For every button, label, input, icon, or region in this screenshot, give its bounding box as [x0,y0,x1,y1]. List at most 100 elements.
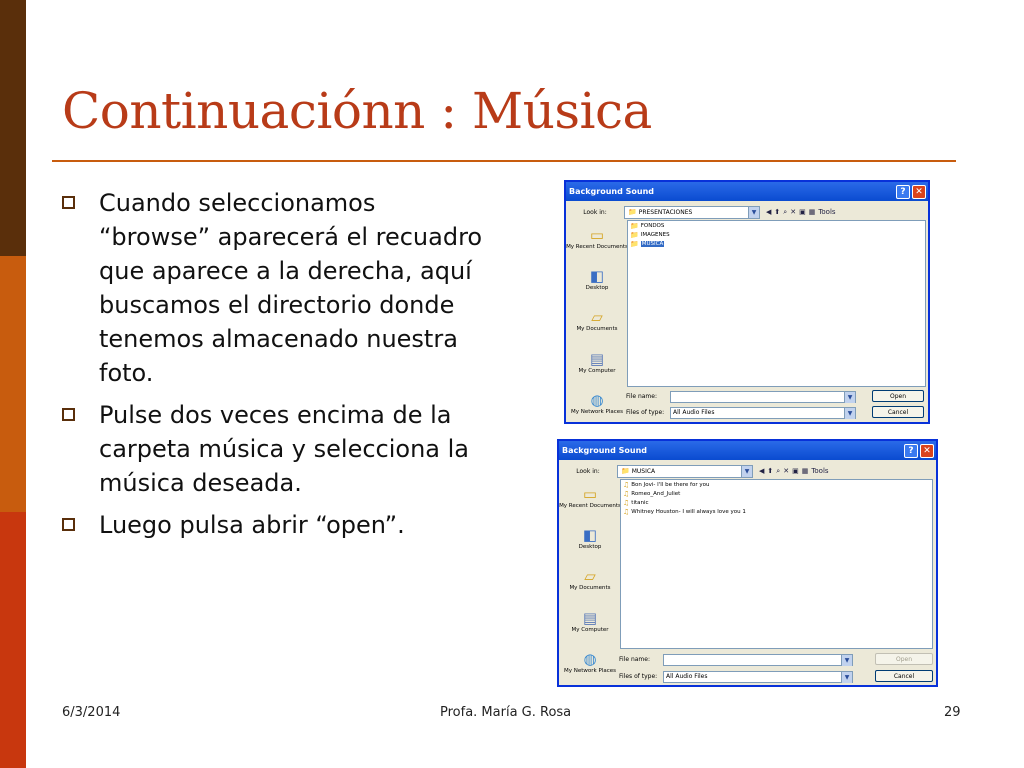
network-places-icon: ◍ [590,390,604,409]
list-item[interactable]: 📁 IMAGENES [628,230,925,239]
look-in-dropdown[interactable]: 📁 MUSICA ▼ [617,464,753,478]
file-name-label: File name: [619,656,650,663]
decor-stripe-middle [0,256,26,512]
tools-menu[interactable]: Tools [818,208,835,216]
back-icon[interactable]: ◀ [759,467,764,475]
folder-icon: 📁 [630,230,639,239]
place-recent-documents[interactable]: ▭ My Recent Documents [566,226,628,263]
square-bullet-icon [62,196,75,209]
place-desktop[interactable]: ◧ Desktop [579,526,602,563]
list-item-selected[interactable]: 📁 MUSICA [628,239,925,248]
file-type-select[interactable]: All Audio Files ▼ [670,406,856,419]
place-my-documents[interactable]: ▱ My Documents [576,308,617,345]
cancel-button[interactable]: Cancel [872,406,924,418]
up-folder-icon[interactable]: ⬆ [767,467,773,475]
dialog-titlebar: Background Sound ? ✕ [559,441,936,460]
slide-title: Continuaciónn : Música [62,82,652,140]
back-icon[interactable]: ◀ [766,208,771,216]
dialog-title: Background Sound [569,187,655,196]
background-sound-dialog-2: Background Sound ? ✕ Look in: 📁 MUSICA ▼… [557,439,938,687]
look-in-dropdown[interactable]: 📁 PRESENTACIONES ▼ [624,205,760,219]
place-desktop[interactable]: ◧ Desktop [586,267,609,304]
square-bullet-icon [62,518,75,531]
up-folder-icon[interactable]: ⬆ [774,208,780,216]
place-network-places[interactable]: ◍ My Network Places [571,391,623,428]
close-button[interactable]: ✕ [920,443,934,458]
footer-date: 6/3/2014 [62,705,121,720]
place-label: My Recent Documents [559,503,621,509]
place-label: My Network Places [571,408,623,415]
place-label: My Network Places [564,667,616,674]
files-of-type-label: Files of type: [626,409,665,416]
list-item[interactable]: ♫ titanic [621,498,932,507]
look-in-label: Look in: [576,467,600,475]
tools-menu[interactable]: Tools [811,467,828,475]
look-in-label: Look in: [583,208,607,216]
place-network-places[interactable]: ◍ My Network Places [564,650,616,687]
file-name-label: File name: [626,393,657,400]
audio-file-icon: ♫ [623,498,630,507]
chevron-down-icon[interactable]: ▼ [844,407,855,419]
place-recent-documents[interactable]: ▭ My Recent Documents [559,485,621,522]
list-item[interactable]: 📁 FONDOS [628,221,925,230]
place-my-documents[interactable]: ▱ My Documents [569,567,610,604]
chevron-down-icon[interactable]: ▼ [748,206,759,218]
footer-page-number: 29 [944,705,961,720]
search-web-icon[interactable]: ⌕ [776,467,780,476]
views-icon[interactable]: ▦ [809,208,816,216]
file-name-input[interactable]: ▼ [670,390,856,403]
file-list[interactable]: 📁 FONDOS 📁 IMAGENES 📁 MUSICA [627,220,926,387]
file-type-select[interactable]: All Audio Files ▼ [663,670,853,683]
close-button[interactable]: ✕ [912,184,926,199]
my-computer-icon: ▤ [582,608,598,627]
new-folder-icon[interactable]: ▣ [799,208,806,216]
delete-icon[interactable]: ✕ [790,208,796,216]
views-icon[interactable]: ▦ [802,467,809,475]
new-folder-icon[interactable]: ▣ [792,467,799,475]
file-name-input[interactable]: ▼ [663,653,853,666]
chevron-down-icon[interactable]: ▼ [841,654,852,666]
bullet-text: Pulse dos veces encima de la carpeta mús… [99,401,470,497]
background-sound-dialog-1: Background Sound ? ✕ Look in: 📁 PRESENTA… [564,180,930,424]
folder-icon: 📁 [630,221,639,230]
chevron-down-icon[interactable]: ▼ [844,391,855,403]
file-name-row: File name: ▼ [617,653,853,666]
list-item[interactable]: ♫ Whitney Houston- I will always love yo… [621,507,932,516]
place-label: Desktop [578,544,602,551]
decor-stripe-top [0,0,26,256]
bullet-item: Cuando seleccionamos “browse” aparecerá … [62,186,492,390]
files-of-type-label: Files of type: [619,673,658,680]
list-item[interactable]: ♫ Romeo_And_Juliet [621,489,932,498]
place-label: My Documents [576,326,618,333]
look-in-value: PRESENTACIONES [638,208,693,216]
list-item[interactable]: ♫ Bon Jovi- I'll be there for you [621,480,932,489]
bullet-item: Pulse dos veces encima de la carpeta mús… [62,398,492,500]
delete-icon[interactable]: ✕ [783,467,789,475]
file-type-row: Files of type: All Audio Files ▼ [617,670,853,683]
bullet-item: Luego pulsa abrir “open”. [62,508,492,542]
places-bar: ▭ My Recent Documents ◧ Desktop ▱ My Doc… [559,481,621,687]
my-documents-icon: ▱ [591,308,603,327]
help-button[interactable]: ? [904,443,918,458]
bullet-text: Cuando seleccionamos “browse” aparecerá … [99,189,483,387]
audio-file-icon: ♫ [623,489,630,498]
footer-author: Profa. María G. Rosa [440,705,572,720]
place-my-computer[interactable]: ▤ My Computer [578,350,615,387]
open-button[interactable]: Open [872,390,924,402]
cancel-button[interactable]: Cancel [875,670,933,682]
place-label: My Computer [578,367,616,374]
place-my-computer[interactable]: ▤ My Computer [571,609,608,646]
dialog-titlebar: Background Sound ? ✕ [566,182,928,201]
my-computer-icon: ▤ [589,349,605,368]
file-list[interactable]: ♫ Bon Jovi- I'll be there for you ♫ Rome… [620,479,933,649]
folder-icon: 📁 [628,208,637,216]
chevron-down-icon[interactable]: ▼ [741,465,752,477]
audio-file-icon: ♫ [623,507,630,516]
help-button[interactable]: ? [896,184,910,199]
chevron-down-icon[interactable]: ▼ [841,671,852,683]
open-button[interactable]: Open [875,653,933,665]
place-label: My Documents [569,585,611,592]
folder-icon: 📁 [621,467,630,475]
look-in-value: MUSICA [631,467,656,475]
search-web-icon[interactable]: ⌕ [783,208,787,217]
